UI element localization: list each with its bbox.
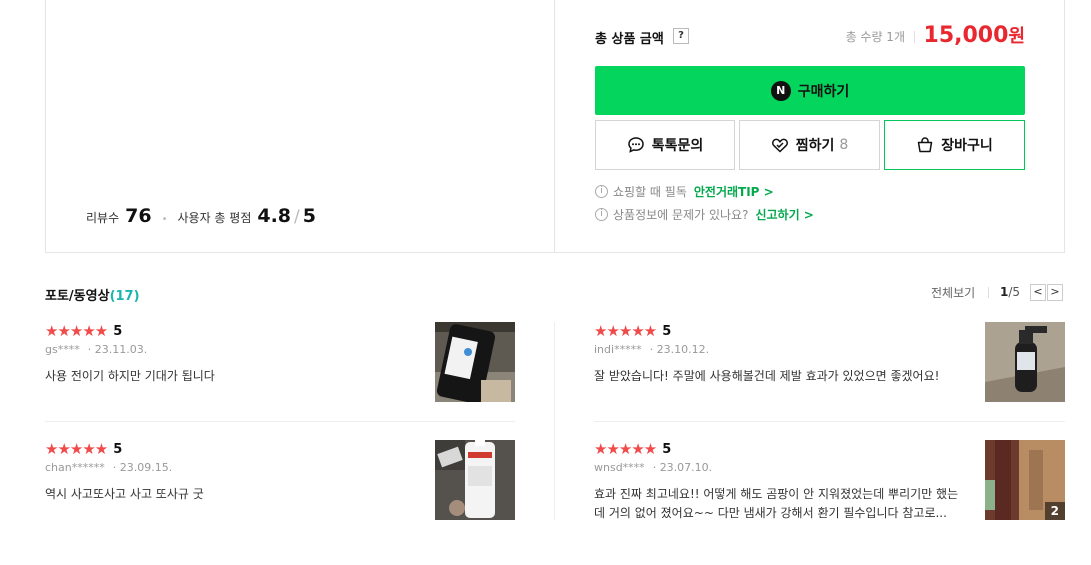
review-item[interactable]: ★★★★★ 5 chan****** · 23.09.15. 역시 사고또사고 사고… [45, 440, 515, 520]
review-user: gs**** [45, 343, 80, 356]
total-price: 15,000원 [924, 22, 1025, 48]
review-photo[interactable] [985, 322, 1065, 402]
rating-slash: / [294, 207, 300, 227]
review-count-label: 리뷰수 [86, 211, 120, 225]
buy-button-label: 구매하기 [797, 83, 850, 100]
bullet-dot: • [161, 214, 168, 225]
total-quantity: 총 수량 1개 [845, 30, 905, 44]
photo-video-heading: 포토/동영상(17) [45, 285, 140, 304]
avg-rating-label: 사용자 총 평점 [177, 211, 252, 225]
page-total: /5 [1008, 285, 1021, 299]
report-notice: i 상품정보에 문제가 있나요? 신고하기 > [595, 206, 814, 223]
review-user: indi***** [594, 343, 642, 356]
review-score: 5 [662, 441, 672, 457]
review-photo[interactable]: 2 [985, 440, 1065, 520]
total-price-label: 총 상품 금액 [595, 32, 664, 47]
photo-video-title: 포토/동영상 [45, 289, 110, 304]
divider [554, 322, 555, 520]
review-date: · 23.11.03. [87, 343, 148, 356]
price-unit: 원 [1008, 26, 1025, 47]
divider [45, 421, 515, 422]
cart-button[interactable]: 장바구니 [884, 120, 1025, 170]
cart-label: 장바구니 [941, 138, 993, 154]
review-user: chan****** [45, 461, 105, 474]
review-text: 효과 진짜 최고네요!! 어떻게 해도 곰팡이 안 지워졌었는데 뿌리기만 했는… [594, 487, 959, 520]
view-all-link[interactable]: 전체보기 [931, 284, 975, 301]
review-score: 5 [662, 323, 672, 339]
info-icon: i [595, 185, 608, 198]
wishlist-label: 찜하기 [795, 138, 835, 154]
info-icon: i [595, 208, 608, 221]
wishlist-count: 8 [839, 137, 849, 153]
star-rating-icon: ★★★★★ [594, 440, 657, 458]
review-user: wnsd**** [594, 461, 645, 474]
buy-button[interactable]: N 구매하기 [595, 66, 1025, 115]
photo-count-badge: 2 [1044, 502, 1065, 520]
safe-trade-text: 쇼핑할 때 필독 [613, 185, 687, 199]
avg-rating: 4.8 [257, 205, 292, 227]
wishlist-button[interactable]: 찜하기 8 [739, 120, 880, 170]
review-score: 5 [113, 441, 123, 457]
review-text: 역시 사고또사고 사고 또사규 굿 [45, 487, 204, 501]
safe-trade-notice: i 쇼핑할 때 필독 안전거래TIP > [595, 183, 774, 200]
star-rating-icon: ★★★★★ [45, 440, 108, 458]
review-item[interactable]: ★★★★★ 5 wnsd**** · 23.07.10. 효과 진짜 최고네요!! … [594, 440, 1065, 523]
review-photo[interactable] [435, 440, 515, 520]
review-text: 사용 전이기 하지만 기대가 됩니다 [45, 369, 215, 383]
total-price-row: 총 상품 금액 ? 총 수량 1개 15,000원 [595, 22, 1025, 52]
talktalk-inquiry-button[interactable]: 톡톡문의 [595, 120, 735, 170]
report-text: 상품정보에 문제가 있나요? [613, 208, 749, 222]
review-text: 잘 받았습니다! 주말에 사용해볼건데 제발 효과가 있었으면 좋겠어요! [594, 369, 940, 383]
price-value: 15,000 [923, 23, 1009, 48]
chat-bubble-icon [627, 137, 644, 153]
review-date: · 23.07.10. [652, 461, 713, 474]
review-item[interactable]: ★★★★★ 5 indi***** · 23.10.12. 잘 받았습니다! 주말에… [594, 322, 1065, 402]
divider [554, 0, 555, 252]
review-count: 76 [125, 205, 152, 227]
divider [988, 287, 989, 298]
review-date: · 23.09.15. [112, 461, 173, 474]
heart-check-icon [771, 138, 788, 153]
divider [914, 31, 915, 43]
report-link[interactable]: 신고하기 > [755, 206, 813, 223]
page-indicator: 1/5 [1000, 285, 1020, 299]
next-page-button[interactable]: > [1047, 284, 1063, 301]
shopping-bag-icon [917, 137, 933, 153]
photo-video-count: (17) [109, 289, 140, 304]
review-item[interactable]: ★★★★★ 5 gs**** · 23.11.03. 사용 전이기 하지만 기대가 … [45, 322, 515, 402]
rating-max: 5 [302, 205, 316, 227]
rating-summary: 리뷰수 76 • 사용자 총 평점 4.8 / 5 [86, 205, 316, 227]
star-rating-icon: ★★★★★ [594, 322, 657, 340]
review-date: · 23.10.12. [649, 343, 710, 356]
talktalk-label: 톡톡문의 [651, 138, 704, 154]
prev-page-button[interactable]: < [1030, 284, 1046, 301]
help-icon[interactable]: ? [673, 28, 689, 44]
star-rating-icon: ★★★★★ [45, 322, 108, 340]
safe-trade-tip-link[interactable]: 안전거래TIP > [694, 183, 774, 200]
review-score: 5 [113, 323, 123, 339]
divider [594, 421, 1065, 422]
naverpay-n-icon: N [770, 80, 791, 101]
review-photo[interactable] [435, 322, 515, 402]
